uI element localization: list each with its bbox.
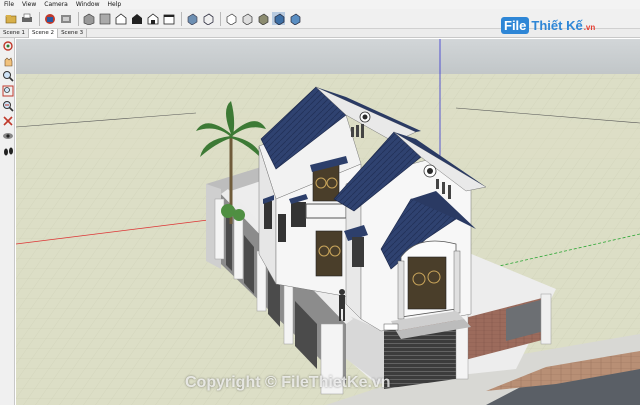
toolbar-separator [220, 11, 221, 26]
menu-view[interactable]: View [18, 0, 40, 9]
style-icon[interactable] [288, 12, 301, 25]
zoom-window-icon[interactable] [1, 84, 14, 97]
toolbar-separator [39, 11, 40, 26]
walk-icon[interactable] [1, 129, 14, 142]
previous-icon[interactable] [1, 114, 14, 127]
logo-domain: .vn [583, 22, 596, 32]
iso-view-icon[interactable] [82, 12, 95, 25]
share-icon[interactable] [59, 12, 72, 25]
zoom-extents-icon[interactable] [1, 99, 14, 112]
front-view-icon[interactable] [114, 12, 127, 25]
menu-camera[interactable]: Camera [40, 0, 72, 9]
model-viewport[interactable] [16, 39, 640, 405]
back-view-icon[interactable] [146, 12, 159, 25]
left-toolbar [0, 38, 15, 405]
hidden-line-icon[interactable] [224, 12, 237, 25]
menu-window[interactable]: Window [72, 0, 104, 9]
tab-scene-3[interactable]: Scene 3 [58, 29, 88, 38]
tab-scene-1[interactable]: Scene 1 [0, 29, 30, 38]
logo-box: File [501, 16, 530, 34]
site-logo: File Thiết Kế .vn [501, 12, 621, 38]
wireframe-icon[interactable] [201, 12, 214, 25]
menu-bar: File View Camera Window Help [0, 0, 640, 9]
zoom-icon[interactable] [1, 69, 14, 82]
top-view-icon[interactable] [98, 12, 111, 25]
toolbar-separator [78, 11, 79, 26]
look-around-icon[interactable] [1, 144, 14, 157]
print-icon[interactable] [20, 12, 33, 25]
monochrome-icon[interactable] [272, 12, 285, 25]
copyright-watermark: Copyright © FileThietKe.vn [185, 374, 391, 391]
right-view-icon[interactable] [130, 12, 143, 25]
shaded-textures-icon[interactable] [256, 12, 269, 25]
toolbar-separator [181, 11, 182, 26]
left-view-icon[interactable] [162, 12, 175, 25]
xray-icon[interactable] [185, 12, 198, 25]
get-models-icon[interactable] [43, 12, 56, 25]
logo-text: Thiết Kế [531, 17, 583, 33]
model-scene [16, 39, 640, 405]
shaded-icon[interactable] [240, 12, 253, 25]
orbit-icon[interactable] [1, 39, 14, 52]
pan-icon[interactable] [1, 54, 14, 67]
tab-scene-2[interactable]: Scene 2 [29, 29, 59, 38]
menu-help[interactable]: Help [104, 0, 126, 9]
menu-file[interactable]: File [0, 0, 18, 9]
open-icon[interactable] [4, 12, 17, 25]
